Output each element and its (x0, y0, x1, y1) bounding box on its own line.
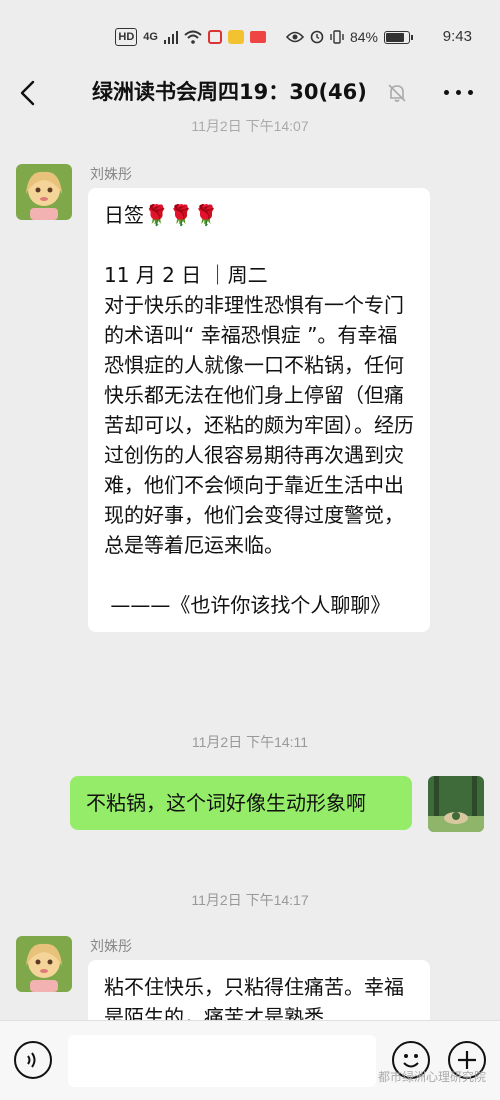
message-text: 不粘锅，这个词好像生动形象啊 (86, 791, 366, 815)
app-notification-icon-2 (227, 30, 244, 44)
avatar-self[interactable] (428, 776, 484, 832)
sender-name: 刘姝彤 (90, 167, 132, 183)
voice-icon[interactable] (14, 1041, 52, 1079)
chat-messages[interactable]: 11月2日 下午14:07 刘姝彤 日签🌹🌹🌹 11 月 2 日 ｜周二 对于快… (0, 114, 500, 1020)
avatar-liu[interactable] (16, 936, 72, 992)
message-timestamp: 11月2日 下午14:11 (191, 734, 309, 750)
app-notification-icon-3 (249, 31, 266, 43)
app-notification-icon (207, 30, 222, 44)
watermark: 都市绿洲心理研究院 (377, 1070, 486, 1084)
message-timestamp: 11月2日 下午14:07 (191, 118, 309, 134)
message-text: 日签🌹🌹🌹 11 月 2 日 ｜周二 对于快乐的非理性恐惧有一个专门的术语叫“ … (104, 203, 414, 617)
battery-percent: 84% (349, 29, 378, 45)
sender-name: 刘姝彤 (90, 939, 132, 955)
alarm-icon (310, 30, 324, 44)
signal-icon (163, 31, 178, 44)
eye-icon (285, 31, 304, 43)
more-dots-icon[interactable] (444, 90, 474, 98)
message-bubble[interactable]: 粘不住快乐，只粘得住痛苦。幸福是陌生的，痛苦才是熟悉 (88, 960, 430, 1020)
status-bar: HD 4G 84% 9:43 (0, 0, 500, 72)
signal-4g-label: 4G (143, 31, 158, 43)
message-timestamp: 11月2日 下午14:17 (191, 892, 309, 908)
message-text: 粘不住快乐，只粘得住痛苦。幸福是陌生的，痛苦才是熟悉 (104, 975, 404, 1020)
chat-title: 绿洲读书会周四19：30(46) (92, 80, 367, 104)
back-arrow-icon[interactable] (14, 78, 44, 108)
status-icons: HD 4G 84% (115, 28, 413, 46)
hd-icon: HD (115, 28, 138, 46)
status-time: 9:43 (442, 28, 472, 45)
chat-header: 绿洲读书会周四19：30(46) (0, 72, 500, 114)
message-bubble-self[interactable]: 不粘锅，这个词好像生动形象啊 (70, 776, 412, 830)
wifi-icon (184, 30, 202, 44)
avatar-liu[interactable] (16, 164, 72, 220)
input-bar (0, 1020, 500, 1100)
bell-muted-icon (388, 84, 406, 102)
message-bubble[interactable]: 日签🌹🌹🌹 11 月 2 日 ｜周二 对于快乐的非理性恐惧有一个专门的术语叫“ … (88, 188, 430, 632)
battery-icon (384, 30, 413, 44)
vibrate-icon (330, 30, 344, 44)
message-input[interactable] (68, 1035, 376, 1087)
